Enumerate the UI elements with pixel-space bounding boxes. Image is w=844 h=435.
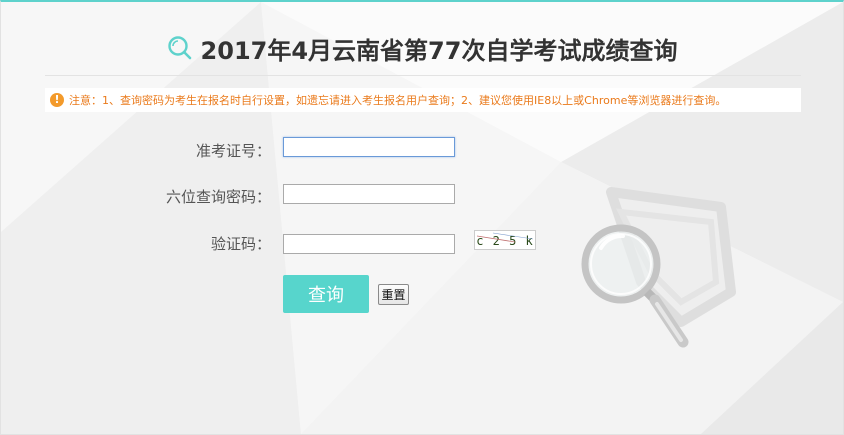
password-label: 六位查询密码：: [165, 188, 271, 206]
page-title: 2017年4月云南省第77次自学考试成绩查询: [200, 36, 678, 65]
warning-icon: !: [50, 93, 64, 107]
login-panel: 2017年4月云南省第77次自学考试成绩查询 ! 注意：1、查询密码为考生在报名…: [0, 0, 844, 435]
header-divider: [45, 75, 801, 76]
search-icon: [167, 36, 191, 60]
notice-text: 注意：1、查询密码为考生在报名时自行设置，如遗忘请进入考生报名用户查询；2、建议…: [69, 94, 727, 107]
captcha-text: c 2 5 k: [476, 234, 534, 248]
magnifier-illustration: [581, 187, 736, 348]
captcha-image[interactable]: c 2 5 k: [474, 230, 536, 250]
page-header: 2017年4月云南省第77次自学考试成绩查询: [1, 30, 843, 66]
exam-id-input[interactable]: [283, 137, 455, 157]
captcha-label: 验证码：: [210, 235, 271, 253]
exam-id-label: 准考证号：: [195, 142, 271, 160]
notice-bar: ! 注意：1、查询密码为考生在报名时自行设置，如遗忘请进入考生报名用户查询；2、…: [45, 88, 801, 112]
reset-button[interactable]: 重置: [378, 284, 409, 305]
password-input[interactable]: [283, 184, 455, 204]
captcha-input[interactable]: [283, 234, 455, 254]
query-button[interactable]: 查询: [283, 275, 369, 313]
